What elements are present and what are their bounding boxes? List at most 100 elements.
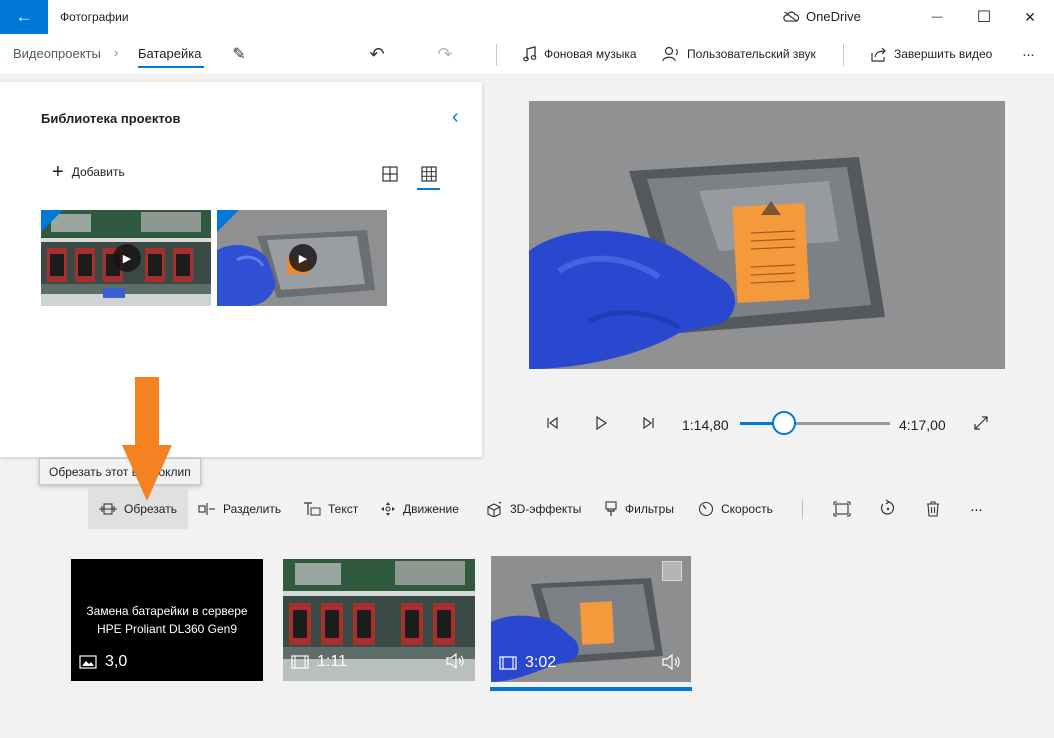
storyboard-card-title[interactable]: Замена батарейки в сервере HPE Proliant … [71, 559, 263, 681]
more-icon: ··· [970, 500, 983, 518]
command-bar: Видеопроекты › Батарейка ✎ ↶ ↷ Фоновая м… [0, 34, 1054, 74]
previous-frame-icon[interactable] [545, 416, 559, 430]
minimize-button[interactable]: — [914, 0, 960, 34]
app-title: Фотографии [60, 10, 129, 24]
library-title: Библиотека проектов [41, 111, 181, 126]
trim-tooltip: Обрезать этот видеоклип [39, 458, 201, 485]
rename-button[interactable]: ✎ [228, 43, 250, 65]
cloud-off-icon [783, 11, 800, 22]
custom-audio-label: Пользовательский звук [687, 47, 816, 61]
more-icon: ··· [1022, 45, 1035, 63]
storyboard-card-server[interactable]: 1:11 [283, 559, 475, 681]
preview-frame-image [529, 101, 1005, 369]
onedrive-label: OneDrive [806, 9, 861, 24]
text-icon [304, 502, 321, 516]
3d-effects-icon [487, 501, 502, 517]
storyboard-more-button[interactable]: ··· [970, 489, 983, 529]
total-time: 4:17,00 [899, 417, 946, 433]
breadcrumb-current-project[interactable]: Батарейка [138, 46, 201, 61]
title-card-text: Замена батарейки в сервере HPE Proliant … [86, 604, 248, 636]
back-arrow-icon: ← [15, 7, 33, 26]
finish-video-button[interactable]: Завершить видео [871, 44, 992, 64]
person-audio-icon [662, 46, 678, 62]
play-icon[interactable]: ▶ [113, 244, 141, 272]
maximize-icon: ☐ [976, 9, 992, 26]
3d-effects-label: 3D-эффекты [510, 502, 582, 516]
card-duration: 3,0 [79, 653, 127, 671]
video-preview[interactable] [529, 101, 1005, 369]
background-music-button[interactable]: Фоновая музыка [523, 44, 637, 64]
breadcrumb-underline [138, 66, 204, 68]
add-media-button[interactable]: + Добавить [52, 161, 125, 183]
current-time: 1:14,80 [682, 417, 729, 433]
selected-corner-badge [217, 210, 239, 232]
split-button[interactable]: Разделить [198, 489, 281, 529]
play-icon[interactable]: ▶ [289, 244, 317, 272]
rotate-icon[interactable] [879, 499, 897, 517]
project-library-panel: Библиотека проектов ‹ + Добавить ▶ ▶ [0, 82, 482, 457]
next-frame-icon[interactable] [642, 416, 656, 430]
speed-label: Скорость [721, 502, 773, 516]
text-label: Текст [328, 502, 359, 516]
player-controls: 1:14,80 4:17,00 [529, 400, 1009, 446]
library-thumbnail-battery[interactable]: ▶ [217, 210, 387, 306]
fullscreen-icon[interactable] [973, 415, 989, 431]
card-duration: 3:02 [499, 654, 556, 672]
redo-button[interactable]: ↷ [434, 43, 456, 65]
redo-icon: ↷ [437, 43, 453, 64]
selected-card-underline [490, 687, 692, 691]
seek-slider-track[interactable] [740, 422, 890, 425]
video-clip-icon [499, 656, 517, 670]
card-duration-text: 3,0 [105, 653, 128, 670]
finish-video-label: Завершить видео [894, 47, 993, 61]
collapse-library-button[interactable]: ‹ [452, 106, 459, 129]
library-thumbnail-server[interactable]: ▶ [41, 210, 211, 306]
divider [496, 44, 497, 66]
pencil-icon: ✎ [232, 46, 246, 63]
title-bar: ← Фотографии OneDrive — ☐ ✕ [0, 0, 1054, 34]
split-icon [198, 503, 215, 515]
seek-slider-thumb[interactable] [771, 411, 796, 435]
breadcrumb-chevron-icon: › [114, 45, 119, 60]
delete-trash-icon[interactable] [925, 500, 941, 517]
back-button[interactable]: ← [0, 0, 48, 34]
card-duration-text: 3:02 [525, 654, 557, 671]
onedrive-status[interactable]: OneDrive [782, 9, 861, 24]
custom-audio-button[interactable]: Пользовательский звук [662, 44, 816, 64]
plus-icon: + [52, 161, 64, 183]
speed-button[interactable]: Скорость [698, 489, 773, 529]
video-clip-icon [291, 655, 309, 669]
motion-label: Движение [403, 502, 459, 516]
motion-icon [381, 502, 395, 516]
undo-button[interactable]: ↶ [366, 43, 388, 65]
maximize-button[interactable]: ☐ [961, 0, 1007, 34]
divider [802, 499, 803, 519]
text-button[interactable]: Текст [303, 489, 358, 529]
view-selected-underline [417, 188, 440, 190]
trim-label: Обрезать [124, 502, 177, 516]
large-grid-view-icon[interactable] [380, 164, 400, 184]
selected-corner-badge [41, 210, 63, 232]
storyboard-card-battery[interactable]: 3:02 [491, 556, 691, 682]
speedometer-icon [698, 501, 714, 517]
volume-icon[interactable] [662, 654, 682, 670]
motion-button[interactable]: Движение [380, 489, 459, 529]
more-options-button[interactable]: ··· [1017, 43, 1039, 65]
close-button[interactable]: ✕ [1007, 0, 1053, 34]
select-checkbox[interactable] [662, 561, 682, 581]
filters-button[interactable]: Фильтры [604, 489, 674, 529]
resize-crop-icon[interactable] [833, 501, 851, 517]
card-duration-text: 1:11 [317, 653, 347, 670]
trim-icon [99, 503, 117, 515]
play-icon[interactable] [594, 416, 608, 430]
close-icon: ✕ [1024, 8, 1036, 25]
3d-effects-button[interactable]: 3D-эффекты [486, 489, 581, 529]
split-label: Разделить [223, 502, 282, 516]
add-label: Добавить [71, 165, 125, 179]
annotation-arrow-icon [122, 377, 172, 501]
divider [843, 44, 844, 66]
small-grid-view-icon[interactable] [419, 164, 439, 184]
volume-icon[interactable] [446, 653, 466, 669]
filter-brush-icon [605, 501, 617, 516]
breadcrumb-video-projects[interactable]: Видеопроекты [13, 46, 101, 61]
